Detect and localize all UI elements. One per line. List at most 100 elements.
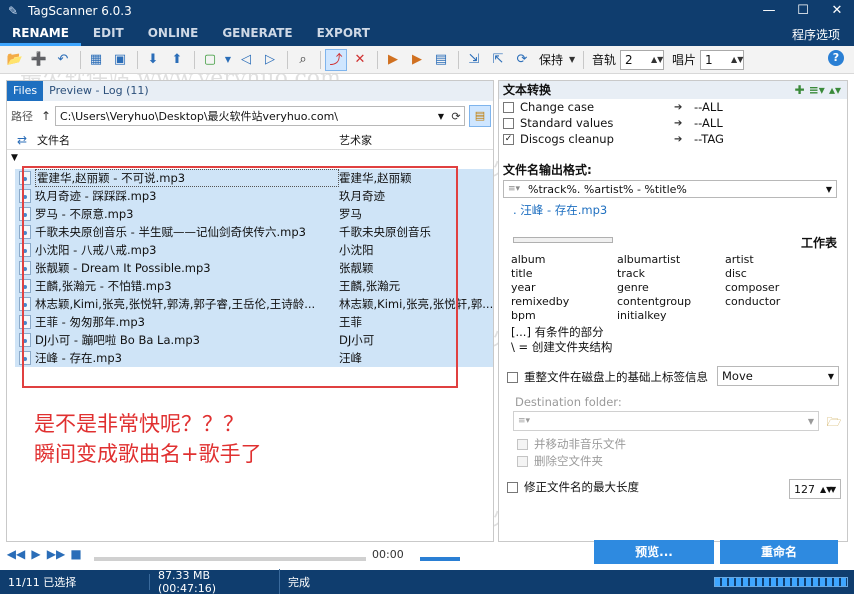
table-row[interactable]: 玖月奇迹 - 踩踩踩.mp3 玖月奇迹 [15, 187, 493, 205]
back-icon[interactable]: ◁ [235, 49, 257, 71]
field-item[interactable]: disc [725, 267, 825, 281]
field-item[interactable]: albumartist [617, 253, 725, 267]
restructure-option[interactable]: 重整文件在磁盘上的基础上标签信息 [507, 369, 716, 385]
export-icon[interactable]: ⇲ [463, 49, 485, 71]
shuffle-icon[interactable]: ⇄ [7, 133, 37, 147]
open-folder-icon[interactable]: 📂 [4, 49, 26, 71]
rule-row[interactable]: Standard values ➔ --ALL [503, 115, 723, 131]
preserve-label[interactable]: 保持 [539, 51, 563, 68]
fields-scrollbar[interactable] [513, 237, 613, 243]
remove-filter-icon[interactable]: ✕ [349, 49, 371, 71]
field-item[interactable]: year [511, 281, 617, 295]
chart-icon[interactable]: ⤴ [325, 48, 347, 71]
play-file-icon[interactable]: ▶ [382, 49, 404, 71]
tab-preview-log[interactable]: Preview - Log (11) [43, 81, 155, 101]
rule-row[interactable]: Change case ➔ --ALL [503, 99, 723, 115]
search-icon[interactable]: ⌕ [292, 49, 314, 71]
move-nonmusic-checkbox[interactable] [517, 438, 528, 450]
dropdown-arrow-icon[interactable]: ▼ [223, 49, 233, 71]
chevron-down-icon[interactable]: ▼ [434, 112, 448, 121]
up-arrow-icon[interactable]: ↑ [37, 109, 55, 123]
field-item[interactable]: contentgroup [617, 295, 725, 309]
field-item[interactable]: track [617, 267, 725, 281]
delete-empty-checkbox[interactable] [517, 455, 528, 467]
chevron-down-icon[interactable]: ▼ [824, 372, 838, 381]
field-item[interactable]: remixedby [511, 295, 617, 309]
play-list-icon[interactable]: ▶ [406, 49, 428, 71]
add-folder-icon[interactable]: ➕ [28, 49, 50, 71]
tab-files[interactable]: Files [7, 81, 44, 101]
destination-field[interactable]: ≡▾ ▼ [513, 411, 819, 431]
tab-online[interactable]: ONLINE [136, 22, 211, 46]
volume-slider[interactable] [420, 557, 460, 561]
rule-checkbox[interactable] [503, 117, 514, 129]
stepper-arrows-icon[interactable]: ▲▼ [651, 55, 663, 64]
add-rule-icon[interactable]: ✚ ≡▾ ▴▾ [794, 81, 841, 99]
rule-row[interactable]: ✓ Discogs cleanup ➔ --TAG [503, 131, 724, 147]
move-nonmusic-option[interactable]: 并移动非音乐文件 [517, 436, 626, 452]
chevron-down-icon[interactable]: ▼ [822, 185, 836, 194]
program-options-button[interactable]: 程序选项 [792, 24, 854, 46]
disc-stepper[interactable]: 1 ▲▼ [700, 49, 745, 70]
tab-rename[interactable]: RENAME [0, 22, 81, 46]
forward-icon[interactable]: ▷ [259, 49, 281, 71]
frame-icon[interactable]: ▢ [199, 49, 221, 71]
filter-arrow-icon[interactable]: ▼ [11, 153, 18, 163]
field-item[interactable]: bpm [511, 309, 617, 323]
field-item[interactable]: album [511, 253, 617, 267]
preserve-dropdown-icon[interactable]: ▼ [567, 49, 577, 71]
select-all-icon[interactable]: ▣ [109, 49, 131, 71]
minimize-button[interactable]: — [752, 0, 786, 22]
delete-empty-option[interactable]: 删除空文件夹 [517, 453, 603, 469]
tab-export[interactable]: EXPORT [305, 22, 382, 46]
stepper-arrows-icon[interactable]: ▲▼ [820, 485, 832, 494]
move-down-icon[interactable]: ⬇ [142, 49, 164, 71]
format-input[interactable]: ≡▾ %track%. %artist% - %title% ▼ [503, 180, 837, 198]
tab-generate[interactable]: GENERATE [210, 22, 304, 46]
path-field[interactable]: C:\Users\Veryhuo\Desktop\最火软件站veryhuo.co… [55, 106, 465, 126]
browse-folder-icon[interactable]: ▤ [469, 105, 491, 127]
max-length-checkbox[interactable] [507, 481, 518, 493]
play-icon[interactable]: ▶ [26, 547, 46, 561]
field-item[interactable]: conductor [725, 295, 825, 309]
table-row[interactable]: 罗马 - 不原意.mp3 罗马 [15, 205, 493, 223]
rewind-icon[interactable]: ◀◀ [6, 547, 26, 561]
field-item[interactable]: title [511, 267, 617, 281]
table-row[interactable]: 王麟,张瀚元 - 不怕错.mp3 王麟,张瀚元 [15, 277, 493, 295]
stepper-arrows-icon[interactable]: ▲▼ [731, 55, 743, 64]
table-row[interactable]: DJ小可 - 蹦吧啦 Bo Ba La.mp3 DJ小可 [15, 331, 493, 349]
chevron-down-icon[interactable]: ▼ [804, 417, 818, 426]
column-artist[interactable]: 艺术家 [339, 132, 493, 148]
tab-edit[interactable]: EDIT [81, 22, 136, 46]
import-icon[interactable]: ⇱ [487, 49, 509, 71]
refresh-icon[interactable]: ⟳ [511, 49, 533, 71]
field-item[interactable]: genre [617, 281, 725, 295]
rule-checkbox[interactable] [503, 101, 514, 113]
help-icon[interactable]: ? [828, 50, 844, 66]
field-item[interactable]: initialkey [617, 309, 725, 323]
table-row[interactable]: 千歌未央原创音乐 - 半生赋——记仙剑奇侠传六.mp3 千歌未央原创音乐 [15, 223, 493, 241]
move-select[interactable]: Move ▼ [717, 366, 839, 386]
field-item[interactable]: artist [725, 253, 825, 267]
table-row[interactable]: 霍建华,赵丽颖 - 不可说.mp3 霍建华,赵丽颖 [15, 169, 493, 187]
close-button[interactable]: ✕ [820, 0, 854, 22]
seek-bar[interactable] [94, 557, 366, 561]
table-row[interactable]: 王菲 - 匆匆那年.mp3 王菲 [15, 313, 493, 331]
field-item[interactable]: composer [725, 281, 825, 295]
undo-icon[interactable]: ↶ [52, 49, 74, 71]
rule-checkbox[interactable]: ✓ [503, 133, 514, 145]
table-row[interactable]: 林志颖,Kimi,张亮,张悦轩,郭涛,郭子睿,王岳伦,王诗龄... 林志颖,Kim… [15, 295, 493, 313]
refresh-icon[interactable]: ⟳ [448, 110, 464, 123]
chevron-down-icon[interactable]: ▼ [830, 485, 840, 494]
rename-button[interactable]: 重命名 [720, 540, 838, 564]
stop-icon[interactable]: ■ [66, 547, 86, 561]
max-length-stepper[interactable]: 127 ▲▼ ▼ [789, 479, 841, 499]
maximize-button[interactable]: ☐ [786, 0, 820, 22]
doc-icon[interactable]: ▤ [430, 49, 452, 71]
restructure-checkbox[interactable] [507, 371, 518, 383]
table-row[interactable]: 汪峰 - 存在.mp3 汪峰 [15, 349, 493, 367]
grid-view-icon[interactable]: ▦ [85, 49, 107, 71]
table-row[interactable]: 小沈阳 - 八戒八戒.mp3 小沈阳 [15, 241, 493, 259]
table-row[interactable]: 张靓颖 - Dream It Possible.mp3 张靓颖 [15, 259, 493, 277]
folder-icon[interactable]: 🗁 [825, 413, 843, 429]
